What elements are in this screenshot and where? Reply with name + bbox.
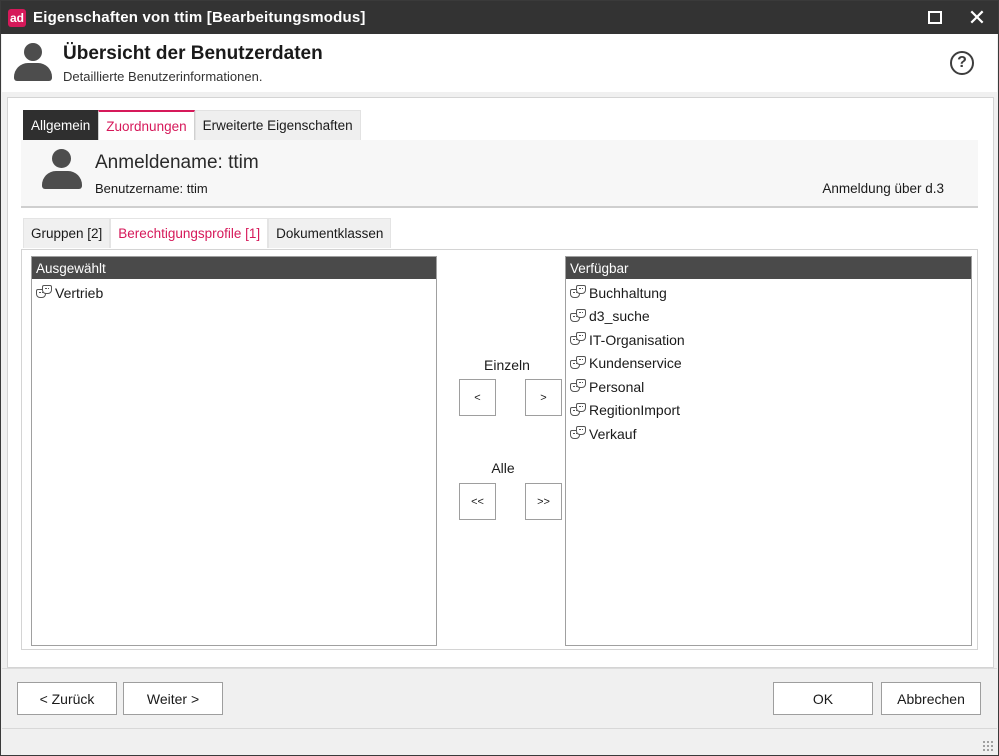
sub-tabs: Gruppen [2] Berechtigungsprofile [1] Dok…	[23, 218, 392, 248]
status-bar	[2, 728, 997, 755]
cancel-button[interactable]: Abbrechen	[881, 682, 981, 715]
window-controls: ✕	[914, 1, 998, 34]
list-item-label: Vertrieb	[55, 284, 104, 301]
list-item[interactable]: Verkauf	[566, 422, 971, 446]
profile-icon	[36, 285, 53, 300]
header-title: Übersicht der Benutzerdaten	[63, 43, 323, 64]
maximize-icon	[928, 11, 942, 24]
user-name: Benutzername: ttim	[95, 181, 208, 196]
assignment-panel: Ausgewählt Vertrieb Einzeln < > Alle << …	[21, 249, 978, 650]
title-bar[interactable]: ad Eigenschaften von ttim [Bearbeitungsm…	[1, 1, 998, 34]
list-item[interactable]: Personal	[566, 375, 971, 399]
header-subtitle: Detaillierte Benutzerinformationen.	[63, 69, 263, 84]
back-button[interactable]: < Zurück	[17, 682, 117, 715]
dialog-footer: < Zurück Weiter > OK Abbrechen	[2, 669, 997, 727]
tab-dokumentklassen[interactable]: Dokumentklassen	[268, 218, 392, 248]
selected-list[interactable]: Ausgewählt Vertrieb	[31, 256, 437, 646]
list-item-label: RegitionImport	[589, 402, 681, 419]
user-icon	[41, 149, 83, 191]
login-method: Anmeldung über d.3	[822, 181, 944, 196]
list-item-label: Buchhaltung	[589, 284, 667, 301]
list-item-label: Verkauf	[589, 425, 637, 442]
window-title: Eigenschaften von ttim [Bearbeitungsmodu…	[33, 9, 366, 26]
list-item[interactable]: Kundenservice	[566, 352, 971, 376]
main-tabs: Allgemein Zuordnungen Erweiterte Eigensc…	[23, 110, 361, 140]
profile-icon	[570, 402, 587, 418]
user-icon	[12, 43, 54, 83]
dialog-header: Übersicht der Benutzerdaten Detaillierte…	[2, 34, 997, 92]
move-all-right-button[interactable]: >>	[525, 483, 562, 520]
profile-icon	[570, 285, 587, 300]
profile-icon	[570, 379, 587, 394]
available-list[interactable]: Verfügbar Buchhaltung d3_suche IT-Organi…	[565, 256, 972, 646]
list-item-label: d3_suche	[589, 308, 650, 325]
profile-icon	[570, 332, 587, 347]
app-logo-icon: ad	[8, 8, 26, 27]
dialog-window: ad Eigenschaften von ttim [Bearbeitungsm…	[0, 0, 999, 756]
list-item-label: IT-Organisation	[589, 331, 685, 348]
selected-list-items: Vertrieb	[32, 279, 436, 305]
move-all-left-button[interactable]: <<	[459, 483, 496, 520]
tab-berechtigungsprofile[interactable]: Berechtigungsprofile [1]	[110, 218, 269, 248]
list-item[interactable]: d3_suche	[566, 305, 971, 329]
close-icon: ✕	[967, 4, 987, 30]
single-label: Einzeln	[484, 357, 530, 373]
user-info-panel: Anmeldename: ttim Benutzername: ttim Anm…	[21, 140, 978, 208]
profile-icon	[570, 426, 587, 441]
tab-allgemein[interactable]: Allgemein	[23, 110, 99, 140]
help-icon[interactable]: ?	[950, 51, 974, 75]
list-item-label: Personal	[589, 378, 645, 395]
content-panel: Allgemein Zuordnungen Erweiterte Eigensc…	[7, 97, 994, 668]
ok-button[interactable]: OK	[773, 682, 873, 715]
profile-icon	[570, 308, 587, 324]
profile-icon	[570, 355, 587, 371]
tab-zuordnungen[interactable]: Zuordnungen	[98, 110, 195, 140]
tab-gruppen[interactable]: Gruppen [2]	[23, 218, 111, 248]
available-list-header: Verfügbar	[566, 257, 971, 279]
move-right-button[interactable]: >	[525, 379, 562, 416]
available-list-items: Buchhaltung d3_suche IT-Organisation Kun…	[566, 279, 971, 446]
tab-erweiterte-eigenschaften[interactable]: Erweiterte Eigenschaften	[194, 110, 361, 140]
list-item[interactable]: Vertrieb	[32, 281, 436, 305]
selected-list-header: Ausgewählt	[32, 257, 436, 279]
list-item-label: Kundenservice	[589, 355, 682, 372]
next-button[interactable]: Weiter >	[123, 682, 223, 715]
maximize-button[interactable]	[914, 1, 956, 34]
move-left-button[interactable]: <	[459, 379, 496, 416]
close-button[interactable]: ✕	[956, 1, 998, 34]
list-item[interactable]: Buchhaltung	[566, 281, 971, 305]
login-name: Anmeldename: ttim	[95, 152, 259, 173]
list-item[interactable]: IT-Organisation	[566, 328, 971, 352]
all-label: Alle	[491, 460, 515, 476]
list-item[interactable]: RegitionImport	[566, 399, 971, 423]
resize-grip-icon[interactable]	[982, 740, 994, 752]
